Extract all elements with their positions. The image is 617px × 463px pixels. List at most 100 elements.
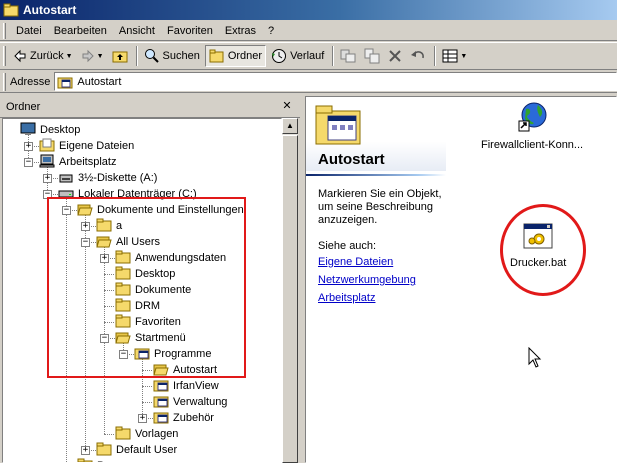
folders-button[interactable]: Ordner bbox=[204, 45, 267, 67]
menu-ansicht[interactable]: Ansicht bbox=[113, 22, 161, 40]
vertical-scrollbar[interactable]: ▲ bbox=[282, 118, 298, 463]
expand-icon[interactable]: + bbox=[24, 142, 33, 151]
link-eigene-dateien[interactable]: Eigene Dateien bbox=[318, 256, 393, 268]
copy-to-button[interactable] bbox=[361, 45, 383, 67]
toolbar-grip[interactable] bbox=[3, 46, 6, 66]
tree-item-label: Arbeitsplatz bbox=[59, 156, 117, 168]
delete-icon bbox=[389, 50, 402, 62]
link-netzwerkumgebung[interactable]: Netzwerkumgebung bbox=[318, 274, 416, 286]
tree-item[interactable]: Zubehör bbox=[153, 410, 215, 426]
tree-item[interactable]: Vorlagen bbox=[115, 426, 179, 442]
address-input[interactable]: Autostart bbox=[54, 72, 617, 91]
back-button[interactable]: Zurück ▼ bbox=[10, 45, 76, 67]
scroll-up-icon[interactable]: ▲ bbox=[282, 118, 298, 134]
menu-extras[interactable]: Extras bbox=[219, 22, 262, 40]
history-button[interactable]: Verlauf bbox=[268, 45, 327, 67]
folder-icon bbox=[77, 458, 93, 462]
menu-help[interactable]: ? bbox=[262, 22, 280, 40]
back-dropdown-icon[interactable]: ▼ bbox=[66, 53, 73, 60]
collapse-icon[interactable]: − bbox=[24, 158, 33, 167]
addressbar-grip[interactable] bbox=[3, 72, 6, 91]
tree-connector bbox=[53, 194, 58, 195]
search-label: Suchen bbox=[162, 50, 200, 62]
forward-dropdown-icon[interactable]: ▼ bbox=[97, 53, 104, 60]
folder-window-icon bbox=[3, 3, 19, 17]
expand-icon[interactable]: + bbox=[43, 174, 52, 183]
tree-item-label: Verwaltung bbox=[173, 396, 228, 408]
tree-connector bbox=[34, 146, 39, 147]
toolbar-separator bbox=[332, 46, 335, 66]
back-arrow-icon bbox=[14, 49, 26, 63]
expand-icon[interactable]: + bbox=[138, 414, 147, 423]
tree-item[interactable]: Programme bbox=[77, 458, 155, 462]
my-documents-icon bbox=[39, 138, 55, 155]
delete-button[interactable] bbox=[385, 45, 405, 67]
tree-item[interactable]: Eigene Dateien bbox=[39, 138, 135, 154]
tree-connector bbox=[91, 450, 96, 451]
search-icon bbox=[144, 49, 159, 63]
scroll-thumb[interactable] bbox=[282, 135, 298, 463]
menu-datei[interactable]: Datei bbox=[10, 22, 48, 40]
tree-item[interactable]: Verwaltung bbox=[153, 394, 228, 410]
undo-icon bbox=[411, 51, 425, 59]
tree-connector bbox=[104, 434, 114, 435]
menu-bar: Datei Bearbeiten Ansicht Favoriten Extra… bbox=[0, 21, 617, 41]
my-computer-icon bbox=[39, 154, 55, 171]
tree-connector bbox=[53, 178, 58, 179]
file-name: Firewallclient-Konn... bbox=[481, 139, 584, 151]
program-folder-icon bbox=[153, 410, 169, 427]
forward-button[interactable]: ▼ bbox=[78, 45, 107, 67]
info-panel: Autostart Markieren Sie ein Objekt, um s… bbox=[306, 97, 446, 463]
tree-item[interactable]: Desktop bbox=[20, 122, 81, 138]
search-button[interactable]: Suchen bbox=[141, 45, 203, 67]
menubar-grip[interactable] bbox=[3, 22, 6, 39]
tree-item[interactable]: Arbeitsplatz bbox=[39, 154, 117, 170]
folder-icon bbox=[115, 426, 131, 443]
tree-connector bbox=[148, 418, 153, 419]
program-folder-icon bbox=[153, 394, 169, 411]
tree-item[interactable]: IrfanView bbox=[153, 378, 220, 394]
expand-icon[interactable]: + bbox=[81, 446, 90, 455]
tree-item-label: 3½-Diskette (A:) bbox=[78, 172, 158, 184]
move-to-button[interactable] bbox=[337, 45, 359, 67]
link-arbeitsplatz[interactable]: Arbeitsplatz bbox=[318, 292, 375, 304]
tree-item[interactable]: Default User bbox=[96, 442, 178, 458]
up-folder-button[interactable] bbox=[109, 45, 131, 67]
info-divider bbox=[306, 174, 446, 176]
toolbar-separator bbox=[434, 46, 437, 66]
close-icon[interactable]: ✕ bbox=[280, 100, 294, 113]
undo-button[interactable] bbox=[407, 45, 429, 67]
tree-connector bbox=[34, 162, 39, 163]
annotation-rectangle bbox=[47, 197, 246, 378]
folders-label: Ordner bbox=[227, 50, 263, 62]
floppy-drive-icon bbox=[58, 170, 74, 187]
desktop-icon bbox=[20, 122, 36, 139]
history-label: Verlauf bbox=[290, 50, 325, 62]
annotation-circle bbox=[500, 204, 586, 296]
title-bar[interactable]: Autostart bbox=[0, 0, 617, 20]
tree-item[interactable]: 3½-Diskette (A:) bbox=[58, 170, 158, 186]
tree-item-label: Desktop bbox=[40, 124, 81, 136]
tree-item-label: IrfanView bbox=[173, 380, 219, 392]
move-to-icon bbox=[340, 49, 356, 63]
folders-icon bbox=[209, 49, 224, 63]
program-folder-icon bbox=[153, 378, 169, 395]
menu-bearbeiten[interactable]: Bearbeiten bbox=[48, 22, 113, 40]
file-item[interactable]: Firewallclient-Konn... bbox=[481, 101, 583, 151]
tree-item-label: Zubehör bbox=[173, 412, 214, 424]
mouse-cursor-icon bbox=[528, 347, 542, 368]
views-dropdown-icon[interactable]: ▼ bbox=[460, 53, 467, 60]
menu-favoriten[interactable]: Favoriten bbox=[161, 22, 219, 40]
tree-item-label: Default User bbox=[116, 444, 178, 456]
history-icon bbox=[272, 49, 287, 63]
see-also-label: Siehe auch: bbox=[318, 240, 377, 252]
toolbar-separator bbox=[135, 46, 138, 66]
copy-to-icon bbox=[364, 48, 380, 64]
views-button[interactable]: ▼ bbox=[439, 45, 470, 67]
tree-item-label: Vorlagen bbox=[135, 428, 179, 440]
globe-shortcut-icon bbox=[518, 102, 547, 132]
folder-pane-header: Ordner ✕ bbox=[0, 96, 300, 118]
folder-title: Autostart bbox=[318, 151, 385, 168]
up-folder-icon bbox=[112, 51, 127, 63]
program-folder-icon bbox=[57, 77, 73, 88]
